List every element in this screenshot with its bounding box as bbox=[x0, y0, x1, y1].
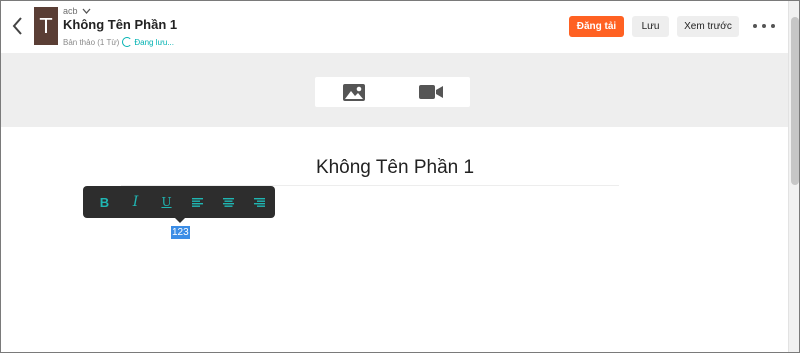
story-selector[interactable]: acb bbox=[63, 6, 91, 16]
editor-window: T acb Không Tên Phần 1 Bản thảo (1 Từ) Đ… bbox=[0, 0, 800, 353]
back-button[interactable] bbox=[9, 13, 27, 39]
align-center-icon bbox=[223, 197, 234, 207]
more-dots-icon bbox=[753, 24, 757, 28]
preview-button[interactable]: Xem trước bbox=[677, 16, 739, 37]
chevron-down-icon bbox=[82, 8, 91, 14]
insert-video-button[interactable] bbox=[393, 77, 471, 107]
scroll-thumb[interactable] bbox=[791, 17, 799, 185]
status-line: Bản thảo (1 Từ) Đang lưu... bbox=[63, 37, 174, 47]
more-options-button[interactable] bbox=[753, 19, 775, 33]
align-right-button[interactable] bbox=[244, 186, 275, 218]
align-left-button[interactable] bbox=[182, 186, 213, 218]
part-title: Không Tên Phần 1 bbox=[63, 17, 178, 32]
saving-text: Đang lưu... bbox=[134, 37, 174, 47]
chevron-left-icon bbox=[12, 17, 22, 35]
italic-button[interactable]: I bbox=[120, 186, 151, 218]
publish-button[interactable]: Đăng tải bbox=[569, 16, 624, 37]
more-dot bbox=[771, 24, 775, 28]
insert-image-button[interactable] bbox=[315, 77, 393, 107]
more-dot bbox=[762, 24, 766, 28]
vertical-scrollbar[interactable] bbox=[788, 1, 799, 352]
align-right-icon bbox=[254, 197, 265, 207]
image-icon bbox=[342, 83, 365, 101]
underline-button[interactable]: U bbox=[151, 186, 182, 218]
selected-text[interactable]: 123 bbox=[171, 226, 190, 239]
spinner-icon bbox=[122, 37, 133, 47]
align-left-icon bbox=[192, 197, 203, 207]
align-center-button[interactable] bbox=[213, 186, 244, 218]
video-camera-icon bbox=[419, 85, 444, 99]
story-cover[interactable]: T bbox=[34, 7, 58, 45]
saving-indicator: Đang lưu... bbox=[122, 37, 174, 47]
media-toolbar bbox=[315, 77, 470, 107]
header-bar: T acb Không Tên Phần 1 Bản thảo (1 Từ) Đ… bbox=[1, 1, 788, 53]
chapter-title[interactable]: Không Tên Phần 1 bbox=[121, 157, 669, 179]
bold-button[interactable]: B bbox=[89, 186, 120, 218]
save-button[interactable]: Lưu bbox=[632, 16, 669, 37]
draft-status: Bản thảo (1 Từ) bbox=[63, 37, 120, 47]
format-toolbar: B I U bbox=[83, 186, 275, 223]
story-name: acb bbox=[63, 6, 78, 16]
media-band bbox=[1, 53, 788, 127]
